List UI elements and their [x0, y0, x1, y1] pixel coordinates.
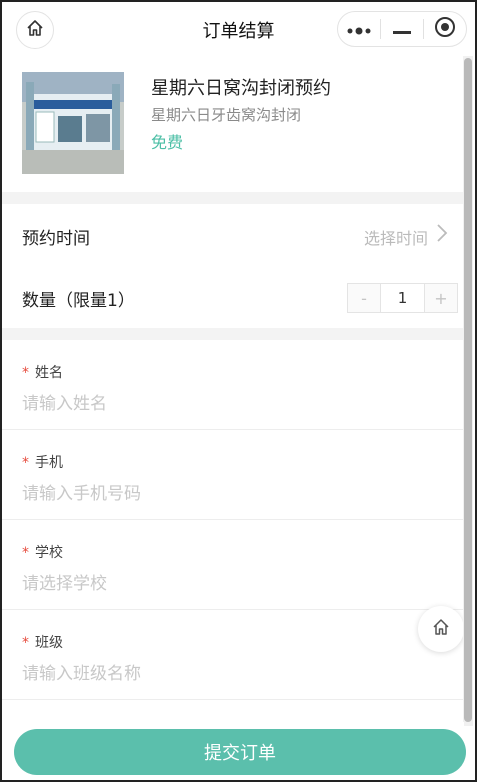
app-frame: 订单结算 星期六日窝沟封闭预约 星期六日牙齿窝沟封闭 免费 预约时间 选择时间 … [0, 0, 477, 782]
product-card: 星期六日窝沟封闭预约 星期六日牙齿窝沟封闭 免费 [2, 56, 464, 192]
minimize-button[interactable] [381, 12, 423, 46]
floating-home-button[interactable] [418, 606, 464, 652]
scrollbar-thumb[interactable] [464, 58, 472, 722]
school-label: * 学校 [22, 545, 63, 561]
booking-time-row[interactable]: 预约时间 选择时间 [2, 204, 464, 266]
mini-program-capsule [337, 11, 467, 47]
section-divider [2, 328, 464, 340]
navbar: 订单结算 [2, 2, 475, 56]
minimize-icon [393, 20, 411, 39]
product-title: 星期六日窝沟封闭预约 [151, 78, 331, 99]
name-field: * 姓名 [2, 340, 464, 430]
home-icon [431, 617, 451, 641]
section-divider [2, 192, 464, 204]
required-mark: * [22, 455, 29, 471]
quantity-minus-button[interactable]: - [348, 284, 380, 312]
target-close-icon [434, 16, 456, 42]
close-button[interactable] [424, 12, 466, 46]
more-button[interactable] [338, 12, 380, 46]
class-input[interactable] [22, 664, 422, 684]
class-field: * 班级 [2, 610, 464, 700]
booking-time-value: 选择时间 [363, 229, 428, 248]
phone-label: * 手机 [22, 455, 63, 471]
school-field: * 学校 [2, 520, 464, 610]
quantity-row: 数量（限量1） - 1 + [2, 266, 464, 328]
quantity-value[interactable]: 1 [380, 284, 425, 312]
quantity-label: 数量（限量1） [22, 291, 135, 311]
product-image [22, 72, 124, 174]
phone-field: * 手机 [2, 430, 464, 520]
class-label: * 班级 [22, 635, 63, 651]
required-mark: * [22, 635, 29, 651]
more-dots-icon [347, 20, 371, 39]
name-input[interactable] [22, 394, 422, 414]
chevron-right-icon [436, 223, 448, 247]
name-label: * 姓名 [22, 365, 63, 381]
product-price: 免费 [151, 133, 184, 152]
submit-order-button[interactable]: 提交订单 [14, 729, 466, 775]
booking-time-label: 预约时间 [22, 229, 90, 249]
quantity-stepper: - 1 + [347, 283, 458, 313]
required-mark: * [22, 365, 29, 381]
product-subtitle: 星期六日牙齿窝沟封闭 [151, 106, 302, 124]
phone-input[interactable] [22, 484, 422, 504]
quantity-plus-button[interactable]: + [425, 284, 457, 312]
school-select[interactable] [22, 574, 422, 594]
required-mark: * [22, 545, 29, 561]
